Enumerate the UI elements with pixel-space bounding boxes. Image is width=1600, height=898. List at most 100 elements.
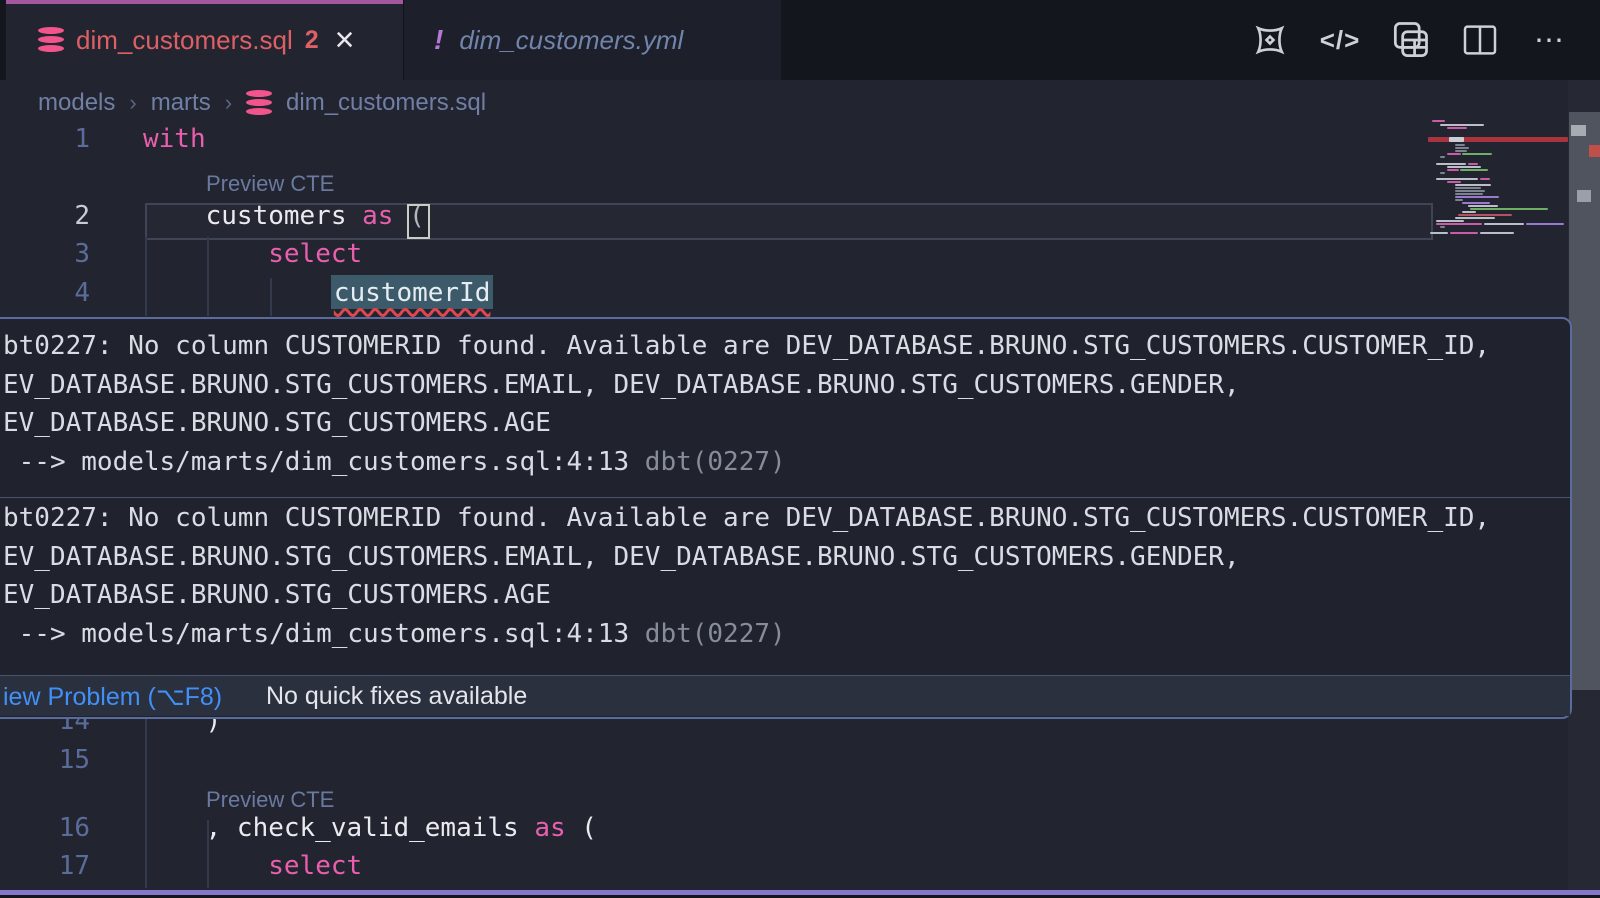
minimap-code-line [1440,172,1445,174]
compile-code-icon[interactable]: </> [1318,18,1362,62]
minimap-code-line [1455,147,1469,149]
minimap-code-line [1484,223,1524,225]
code-token: with [143,124,206,154]
code-line-3[interactable]: select [143,239,362,269]
minimap-code-line [1480,232,1514,234]
minimap-code-line [1455,196,1499,198]
tab-error-count-badge: 2 [305,26,319,55]
chevron-right-icon: › [129,90,136,116]
overview-ruler-mark [1577,190,1591,202]
line-number-16[interactable]: 16 [0,813,90,843]
minimap-code-line [1455,190,1485,192]
dbt-icon[interactable] [1248,18,1292,62]
line-number-17[interactable]: 17 [0,851,90,881]
code-line-4[interactable]: customerId [143,278,493,308]
code-line-2[interactable]: customers as ( [143,201,425,231]
error-text-line: EV_DATABASE.BRUNO.STG_CUSTOMERS.EMAIL, D… [0,538,1570,577]
minimap-code-line [1436,163,1466,165]
code-token: as [534,813,565,843]
active-tab-accent [6,0,403,4]
query-results-icon[interactable] [1388,18,1432,62]
minimap-code-line [1436,223,1482,225]
error-file-location: --> models/marts/dim_customers.sql:4:13 [3,447,629,477]
code-line-17[interactable]: select [143,851,362,881]
code-line-16[interactable]: , check_valid_emails as ( [143,813,597,843]
minimap-code-line [1480,178,1490,180]
line-number-4[interactable]: 4 [0,278,90,308]
breadcrumb: models › marts › dim_customers.sql [38,80,486,126]
text-cursor [407,204,430,239]
error-location-line: --> models/marts/dim_customers.sql:4:13 … [0,615,1570,654]
split-editor-icon[interactable] [1458,18,1502,62]
error-message-1: bt0227: No column CUSTOMERID found. Avai… [0,327,1570,482]
tab-label: dim_customers.yml [459,25,683,56]
minimap-code-line [1440,156,1445,158]
close-tab-icon[interactable]: × [335,23,355,57]
line-number-15[interactable]: 15 [0,745,90,775]
error-message-2: bt0227: No column CUSTOMERID found. Avai… [0,499,1570,654]
minimap-code-line [1436,220,1464,222]
editor-actions-toolbar: </> ⋯ [1248,0,1572,80]
error-text-line: bt0227: No column CUSTOMERID found. Avai… [0,499,1570,538]
minimap-code-line [1462,211,1476,213]
line-number-3[interactable]: 3 [0,239,90,269]
minimap-error-word [1449,137,1464,142]
minimap-code-line [1450,232,1478,234]
minimap-code-line [1440,124,1484,126]
minimap-code-line [1430,232,1448,234]
no-quick-fixes-text: No quick fixes available [266,682,527,711]
error-text-line: EV_DATABASE.BRUNO.STG_CUSTOMERS.EMAIL, D… [0,366,1570,405]
minimap-code-line [1440,226,1445,228]
minimap-code-line [1468,163,1478,165]
error-text-line: EV_DATABASE.BRUNO.STG_CUSTOMERS.AGE [0,576,1570,615]
minimap-code-line [1455,199,1463,201]
overview-ruler-mark [1571,125,1586,136]
minimap-code-line [1462,153,1492,155]
minimap-code-line [1455,144,1465,146]
codelens-preview-cte[interactable]: Preview CTE [206,787,334,813]
minimap-code-line [1447,181,1461,183]
error-text-line: EV_DATABASE.BRUNO.STG_CUSTOMERS.AGE [0,404,1570,443]
database-file-icon [246,90,272,117]
breadcrumb-item-marts[interactable]: marts [151,89,211,117]
warning-icon: ! [434,24,443,56]
minimap-code-line [1460,169,1488,171]
minimap-code-line [1526,223,1564,225]
minimap-code-line [1455,187,1481,189]
minimap-code-line [1455,150,1467,152]
line-number-2[interactable]: 2 [0,201,90,231]
minimap-code-line [1447,127,1467,129]
minimap-code-line [1455,217,1495,219]
minimap-code-line [1468,205,1498,207]
overview-ruler-mark [1589,145,1600,157]
code-token [143,851,268,881]
tab-dim-customers-yml[interactable]: ! dim_customers.yml [403,0,781,80]
code-token [143,239,268,269]
breadcrumb-item-models[interactable]: models [38,89,115,117]
error-location-line: --> models/marts/dim_customers.sql:4:13 … [0,443,1570,482]
minimap-code-line [1432,120,1445,122]
tab-label: dim_customers.sql [76,25,293,56]
minimap-code-line [1447,166,1481,168]
minimap-code-line [1455,193,1483,195]
minimap-code-line [1447,153,1461,155]
error-hover-popup: bt0227: No column CUSTOMERID found. Avai… [0,317,1572,719]
breadcrumb-item-file[interactable]: dim_customers.sql [286,89,486,117]
code-token [143,278,331,308]
view-problem-link[interactable]: iew Problem (⌥F8) [3,682,222,712]
error-source-code: dbt(0227) [629,447,786,477]
hover-status-bar: iew Problem (⌥F8) No quick fixes availab… [0,675,1570,716]
error-token-customerid: customerId [331,275,494,309]
code-token: select [268,851,362,881]
code-token: ( [566,813,597,843]
line-number-1[interactable]: 1 [0,124,90,154]
editor-tab-bar: dim_customers.sql 2 × ! dim_customers.ym… [0,0,1600,80]
code-line-1[interactable]: with [143,124,206,154]
codelens-preview-cte[interactable]: Preview CTE [206,171,334,197]
tab-dim-customers-sql[interactable]: dim_customers.sql 2 × [6,0,403,80]
minimap-code-line [1455,184,1491,186]
code-token: select [268,239,362,269]
code-token: customers [143,201,362,231]
more-actions-icon[interactable]: ⋯ [1528,18,1572,62]
minimap-code-line [1462,202,1490,204]
